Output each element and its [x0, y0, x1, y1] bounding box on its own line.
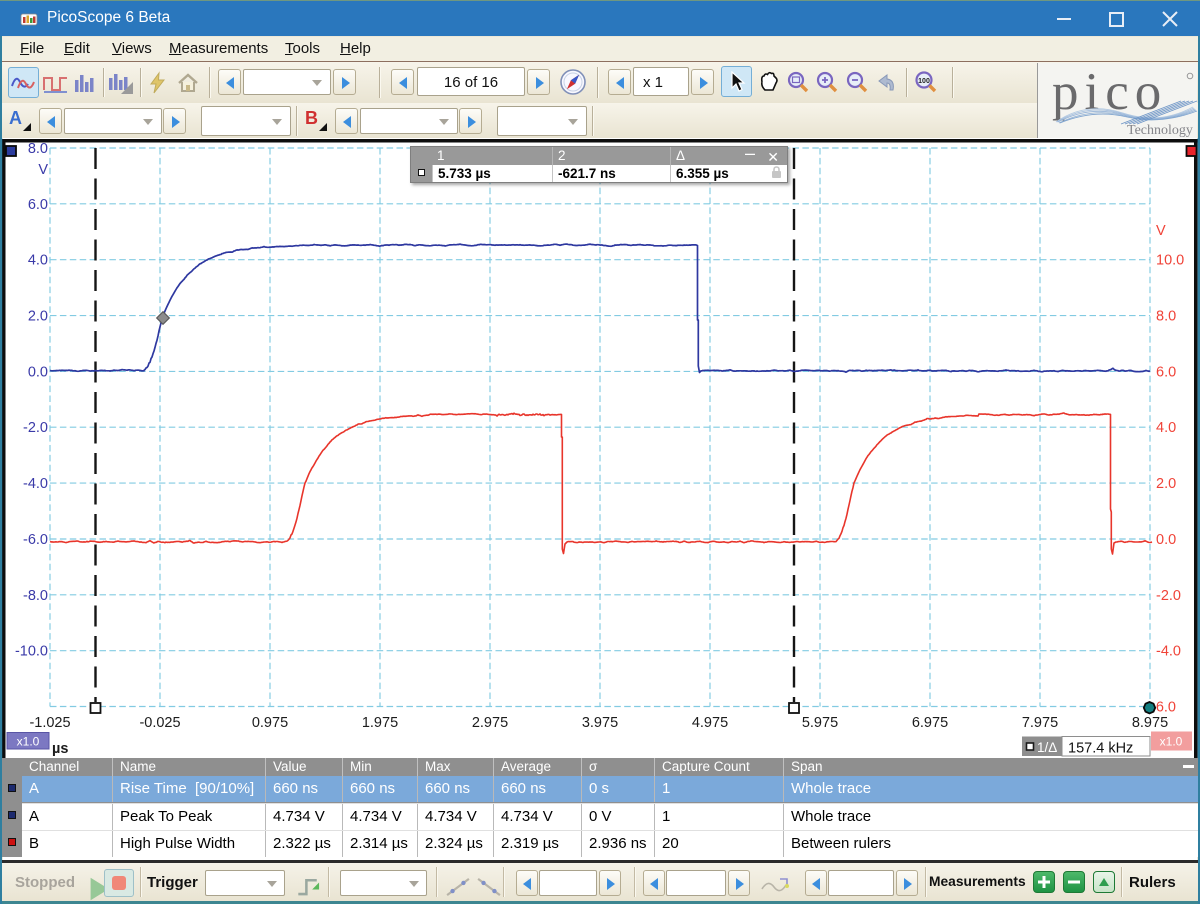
svg-text:1.975: 1.975: [362, 715, 398, 731]
svg-text:7.975: 7.975: [1022, 715, 1058, 731]
svg-text:2.975: 2.975: [472, 715, 508, 731]
svg-text:157.4 kHz: 157.4 kHz: [1068, 741, 1133, 757]
svg-text:1/Δ: 1/Δ: [1037, 740, 1057, 755]
svg-text:2.0: 2.0: [1156, 476, 1176, 492]
svg-text:0.975: 0.975: [252, 715, 288, 731]
svg-text:8.0: 8.0: [28, 141, 48, 157]
svg-text:Technology: Technology: [1127, 123, 1193, 138]
svg-text:4.0: 4.0: [28, 253, 48, 269]
svg-text:V: V: [1156, 223, 1166, 239]
svg-text:-2.0: -2.0: [23, 420, 48, 436]
svg-text:6.0: 6.0: [1156, 364, 1176, 380]
svg-text:10.0: 10.0: [1156, 253, 1184, 269]
svg-text:x1.0: x1.0: [1160, 735, 1183, 749]
svg-text:6.975: 6.975: [912, 715, 948, 731]
svg-text:-6.0: -6.0: [23, 532, 48, 548]
svg-text:µs: µs: [52, 741, 68, 757]
svg-text:-0.025: -0.025: [139, 715, 180, 731]
svg-text:5.975: 5.975: [802, 715, 838, 731]
svg-text:-1.025: -1.025: [29, 715, 70, 731]
svg-text:100: 100: [918, 78, 930, 85]
svg-text:V: V: [38, 162, 48, 178]
svg-text:4.0: 4.0: [1156, 420, 1176, 436]
svg-text:2.0: 2.0: [28, 309, 48, 325]
svg-text:8.975: 8.975: [1132, 715, 1168, 731]
svg-text:6.0: 6.0: [28, 197, 48, 213]
svg-text:-4.0: -4.0: [23, 476, 48, 492]
svg-text:3.975: 3.975: [582, 715, 618, 731]
svg-text:0.0: 0.0: [28, 364, 48, 380]
svg-text:-4.0: -4.0: [1156, 644, 1181, 660]
svg-text:x1.0: x1.0: [17, 735, 40, 749]
svg-text:-2.0: -2.0: [1156, 588, 1181, 604]
svg-text:-10.0: -10.0: [15, 644, 48, 660]
svg-text:8.0: 8.0: [1156, 309, 1176, 325]
svg-text:0.0: 0.0: [1156, 532, 1176, 548]
svg-text:4.975: 4.975: [692, 715, 728, 731]
svg-text:-8.0: -8.0: [23, 588, 48, 604]
